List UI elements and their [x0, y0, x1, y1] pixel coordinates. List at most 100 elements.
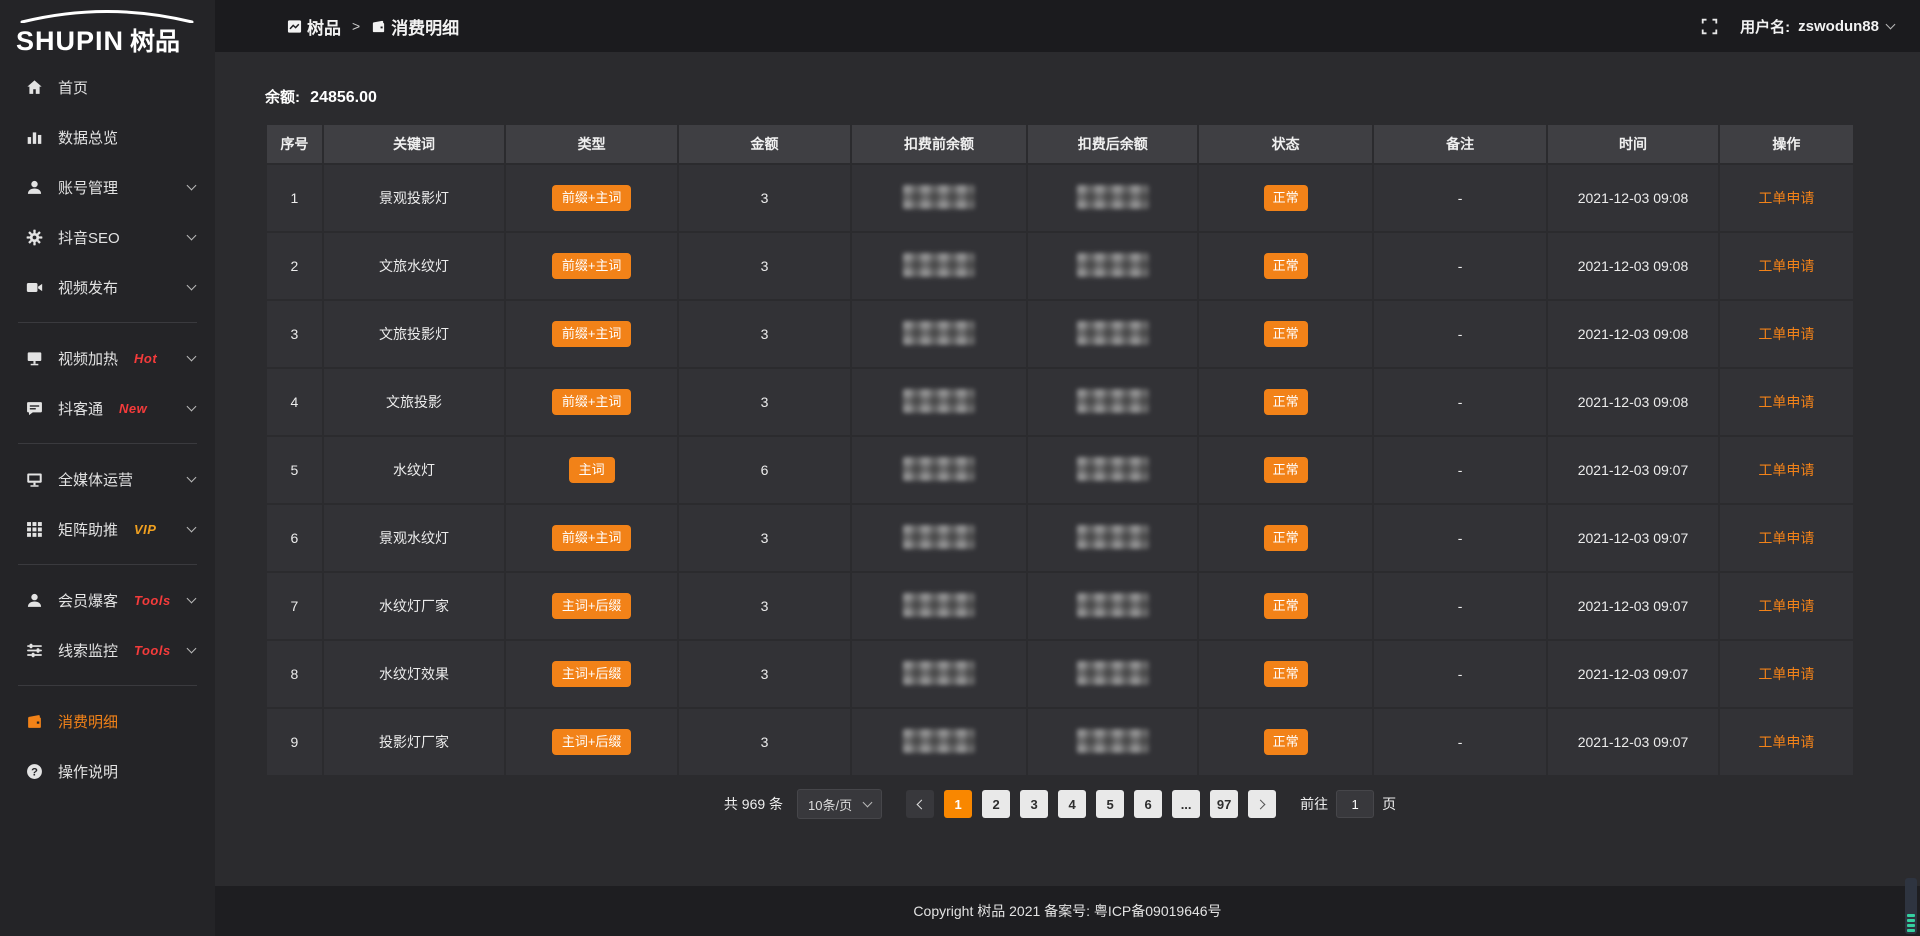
table-row: 2文旅水纹灯前缀+主词3正常-2021-12-03 09:08工单申请 — [267, 233, 1853, 299]
next-page-button[interactable] — [1248, 790, 1276, 818]
chevron-down-icon — [863, 798, 873, 808]
cell-balance-before — [852, 437, 1026, 503]
column-header: 时间 — [1548, 125, 1717, 163]
sidebar-divider — [18, 322, 197, 323]
cell-balance-after — [1028, 709, 1197, 775]
cell-balance-before — [852, 233, 1026, 299]
page-button-97[interactable]: 97 — [1210, 790, 1238, 818]
cell-keyword: 文旅投影灯 — [324, 301, 504, 367]
ticket-request-link[interactable]: 工单申请 — [1758, 394, 1814, 410]
masked-value — [903, 457, 975, 481]
cell-type: 前缀+主词 — [506, 301, 677, 367]
prev-page-button[interactable] — [906, 790, 934, 818]
sidebar-item-label: 全媒体运营 — [58, 469, 133, 490]
ticket-request-link[interactable]: 工单申请 — [1758, 734, 1814, 750]
masked-value — [1077, 185, 1149, 209]
ticket-request-link[interactable]: 工单申请 — [1758, 462, 1814, 478]
masked-value — [1077, 253, 1149, 277]
breadcrumb-home[interactable]: 树品 — [287, 14, 341, 39]
type-badge: 前缀+主词 — [552, 253, 632, 279]
page-size-value: 10条/页 — [808, 795, 852, 814]
cell-amount: 3 — [679, 233, 850, 299]
cell-status: 正常 — [1199, 233, 1371, 299]
chevron-down-icon — [187, 281, 197, 291]
breadcrumb-current[interactable]: 消费明细 — [371, 14, 459, 39]
cell-index: 9 — [267, 709, 322, 775]
cell-index: 8 — [267, 641, 322, 707]
sidebar-item-wallet[interactable]: 消费明细 — [0, 696, 215, 746]
sidebar-item-sliders[interactable]: 线索监控Tools — [0, 625, 215, 675]
goto-page-input[interactable] — [1336, 790, 1374, 818]
sidebar-item-label: 首页 — [58, 77, 88, 98]
sidebar-item-question[interactable]: ?操作说明 — [0, 746, 215, 796]
sidebar-item-video[interactable]: 视频发布 — [0, 262, 215, 312]
cell-note: - — [1374, 709, 1546, 775]
ticket-request-link[interactable]: 工单申请 — [1758, 190, 1814, 206]
cell-keyword: 文旅水纹灯 — [324, 233, 504, 299]
sidebar-item-user[interactable]: 账号管理 — [0, 162, 215, 212]
cell-action: 工单申请 — [1720, 233, 1853, 299]
cell-status: 正常 — [1199, 505, 1371, 571]
sidebar-divider — [18, 685, 197, 686]
sidebar-item-chat[interactable]: 抖客通New — [0, 383, 215, 433]
page-ellipsis-button[interactable]: ... — [1172, 790, 1200, 818]
sidebar-item-home[interactable]: 首页 — [0, 62, 215, 112]
main-content: 余额: 24856.00 序号关键词类型金额扣费前余额扣费后余额状态备注时间操作… — [215, 52, 1920, 886]
page-button-4[interactable]: 4 — [1058, 790, 1086, 818]
cell-time: 2021-12-03 09:07 — [1548, 573, 1717, 639]
cell-amount: 3 — [679, 165, 850, 231]
cell-type: 主词 — [506, 437, 677, 503]
masked-value — [1077, 593, 1149, 617]
cell-index: 4 — [267, 369, 322, 435]
balance-line: 余额: 24856.00 — [265, 86, 1855, 107]
table-row: 7水纹灯厂家主词+后缀3正常-2021-12-03 09:07工单申请 — [267, 573, 1853, 639]
ticket-request-link[interactable]: 工单申请 — [1758, 666, 1814, 682]
page-button-3[interactable]: 3 — [1020, 790, 1048, 818]
sidebar-item-member[interactable]: 会员爆客Tools — [0, 575, 215, 625]
svg-text:?: ? — [31, 766, 38, 778]
fullscreen-icon[interactable] — [1701, 18, 1718, 35]
cell-index: 2 — [267, 233, 322, 299]
page-footer: Copyright 树品 2021 备案号: 粤ICP备09019646号 — [215, 886, 1920, 936]
sidebar-menu: 首页数据总览账号管理抖音SEO视频发布视频加热Hot抖客通New 全媒体运营矩阵助… — [0, 62, 215, 796]
sidebar-item-monitor[interactable]: 全媒体运营 — [0, 454, 215, 504]
page-button-1[interactable]: 1 — [944, 790, 972, 818]
cell-action: 工单申请 — [1720, 573, 1853, 639]
sidebar-item-grid[interactable]: 矩阵助推VIP — [0, 504, 215, 554]
sidebar-item-gear[interactable]: 抖音SEO — [0, 212, 215, 262]
ticket-request-link[interactable]: 工单申请 — [1758, 530, 1814, 546]
username-value: zswodun88 — [1798, 18, 1879, 35]
question-icon: ? — [26, 763, 43, 780]
cell-amount: 3 — [679, 301, 850, 367]
ticket-request-link[interactable]: 工单申请 — [1758, 598, 1814, 614]
masked-value — [1077, 389, 1149, 413]
type-badge: 前缀+主词 — [552, 321, 632, 347]
ticket-request-link[interactable]: 工单申请 — [1758, 326, 1814, 342]
home-icon — [26, 79, 43, 96]
sidebar-item-display[interactable]: 视频加热Hot — [0, 333, 215, 383]
masked-value — [903, 661, 975, 685]
page-size-select[interactable]: 10条/页 — [797, 789, 882, 819]
status-badge: 正常 — [1264, 729, 1308, 755]
cell-balance-after — [1028, 437, 1197, 503]
cell-keyword: 水纹灯 — [324, 437, 504, 503]
page-button-2[interactable]: 2 — [982, 790, 1010, 818]
cell-balance-after — [1028, 233, 1197, 299]
chevron-left-icon — [917, 799, 927, 809]
logo-cjk-text: 树品 — [130, 22, 180, 58]
cell-index: 5 — [267, 437, 322, 503]
cell-action: 工单申请 — [1720, 709, 1853, 775]
user-menu[interactable]: 用户名: zswodun88 — [1740, 16, 1894, 37]
breadcrumb-label: 树品 — [307, 14, 341, 39]
page-button-6[interactable]: 6 — [1134, 790, 1162, 818]
top-header: 树品 > 消费明细 用户名: zswodun88 — [215, 0, 1920, 52]
cell-status: 正常 — [1199, 369, 1371, 435]
user-icon — [26, 179, 43, 196]
cell-note: - — [1374, 233, 1546, 299]
sidebar-item-tag: Tools — [134, 593, 171, 608]
column-header: 关键词 — [324, 125, 504, 163]
page-button-5[interactable]: 5 — [1096, 790, 1124, 818]
sidebar-item-bar-chart[interactable]: 数据总览 — [0, 112, 215, 162]
masked-value — [903, 321, 975, 345]
ticket-request-link[interactable]: 工单申请 — [1758, 258, 1814, 274]
